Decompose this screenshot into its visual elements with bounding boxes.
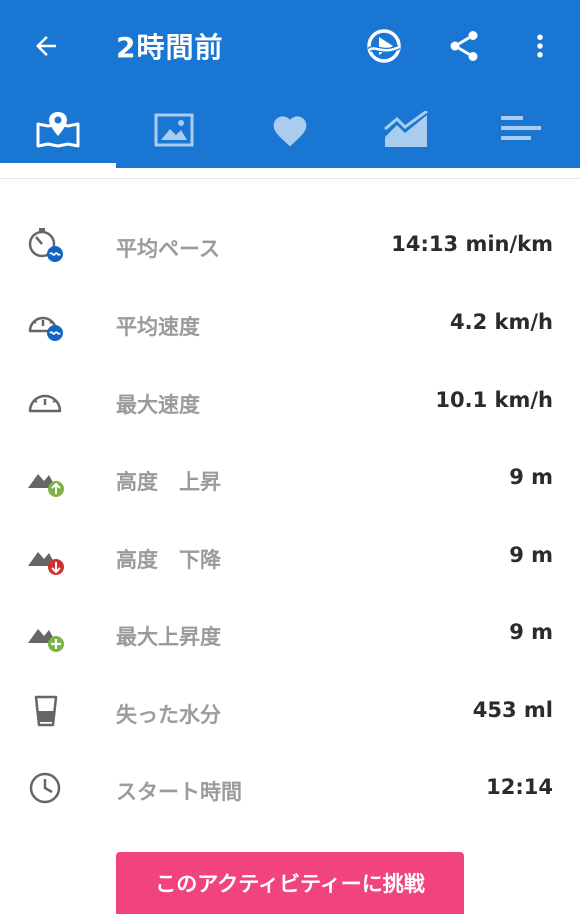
stat-row-max-elevation: 最大上昇度 9 m [0, 603, 580, 663]
stat-row-start-time: スタート時間 12:14 [0, 758, 580, 818]
stat-row-max-speed: 最大速度 10.1 km/h [0, 371, 580, 431]
stat-value: 9 m [509, 465, 553, 489]
arrow-back-icon [36, 36, 56, 56]
water-loss-icon [34, 695, 58, 727]
divider [0, 178, 580, 179]
pace-icon [28, 228, 63, 262]
page-title: 2時間前 [116, 31, 224, 64]
share-button[interactable] [440, 22, 488, 70]
elevation-loss-icon [28, 552, 64, 575]
tab-bar [0, 92, 580, 168]
heart-tab-icon [273, 116, 307, 147]
stat-value: 9 m [509, 543, 553, 567]
stat-label: 平均ペース [116, 237, 220, 261]
stat-row-elevation-loss: 高度 下降 9 m [0, 526, 580, 586]
tab-chart[interactable] [348, 92, 464, 168]
stat-value: 9 m [509, 620, 553, 644]
stat-label: 高度 下降 [116, 548, 221, 572]
stat-value: 4.2 km/h [450, 310, 553, 334]
stat-row-elevation-gain: 高度 上昇 9 m [0, 448, 580, 508]
max-elevation-icon [28, 629, 64, 652]
share-icon [450, 31, 478, 61]
stat-value: 10.1 km/h [435, 388, 553, 412]
challenge-activity-button[interactable]: このアクティビティーに挑戦 [116, 852, 464, 914]
stat-value: 12:14 [486, 775, 553, 799]
tab-heart-rate[interactable] [232, 92, 348, 168]
app-bar: 2時間前 [0, 0, 580, 92]
stat-value: 453 ml [472, 698, 553, 722]
stat-label: 平均速度 [116, 315, 200, 339]
stat-label: スタート時間 [116, 780, 242, 804]
tab-laps[interactable] [464, 92, 580, 168]
elevation-gain-icon [28, 474, 64, 497]
stat-value: 14:13 min/km [391, 232, 553, 256]
avg-speed-icon [28, 316, 63, 341]
chart-tab-icon [384, 111, 428, 147]
stat-row-avg-pace: 平均ペース 14:13 min/km [0, 215, 580, 275]
max-speed-icon [28, 394, 62, 413]
more-vert-icon [537, 34, 543, 58]
tab-map[interactable] [0, 92, 116, 168]
photo-tab-icon [154, 113, 194, 147]
stat-label: 高度 上昇 [116, 470, 221, 494]
start-time-icon [29, 772, 61, 804]
back-button[interactable] [24, 24, 68, 68]
more-options-button[interactable] [516, 22, 564, 70]
laps-tab-icon [501, 116, 541, 140]
play-route-icon [367, 29, 401, 63]
stat-label: 最大速度 [116, 393, 200, 417]
stat-label: 失った水分 [116, 703, 221, 727]
stat-row-avg-speed: 平均速度 4.2 km/h [0, 293, 580, 353]
play-route-button[interactable] [360, 22, 408, 70]
stat-row-water-loss: 失った水分 453 ml [0, 681, 580, 741]
tab-photos[interactable] [116, 92, 232, 168]
map-tab-icon [36, 112, 80, 148]
stat-label: 最大上昇度 [116, 625, 221, 649]
